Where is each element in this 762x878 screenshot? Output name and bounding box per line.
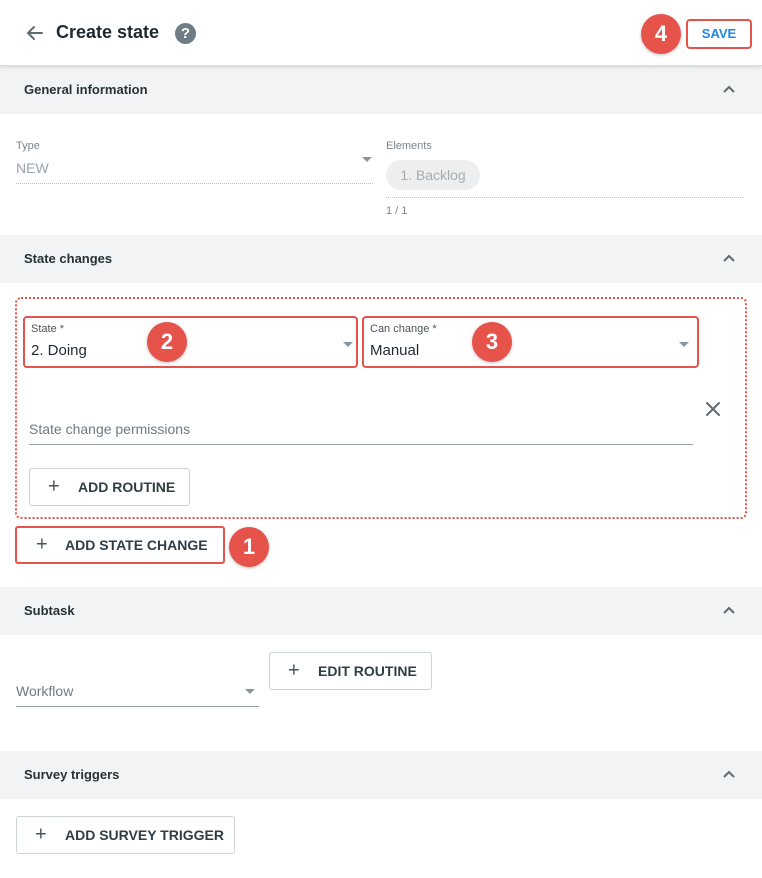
type-label: Type [16,140,40,152]
section-title: Survey triggers [24,767,120,782]
callout-badge-4: 4 [641,14,681,54]
add-state-change-label: ADD STATE CHANGE [65,537,208,553]
back-arrow-icon[interactable] [22,20,48,46]
add-routine-button[interactable]: + ADD ROUTINE [29,468,190,506]
section-title: Subtask [24,603,75,618]
section-general-information[interactable]: General information [0,66,762,114]
workflow-select[interactable]: Workflow [16,683,73,699]
caret-down-icon [343,342,353,347]
state-change-permissions-input[interactable]: State change permissions [29,421,190,437]
can-change-value: Manual [370,342,420,359]
callout-badge-3: 3 [472,322,512,362]
callout-badge-1: 1 [229,527,269,567]
permissions-underline [29,444,693,445]
section-title: General information [24,82,148,97]
can-change-label: Can change * [370,323,437,335]
state-select[interactable]: State * 2. Doing [23,316,358,368]
elements-label: Elements [386,140,432,152]
add-survey-trigger-label: ADD SURVEY TRIGGER [65,827,224,843]
chevron-up-icon[interactable] [722,253,736,263]
help-icon[interactable]: ? [175,23,196,44]
type-value: NEW [16,160,49,176]
page-title: Create state [56,22,160,42]
type-dropdown-icon [362,157,372,162]
caret-down-icon [679,342,689,347]
elements-chip: 1. Backlog [386,160,480,190]
state-label: State * [31,323,65,335]
elements-field-underline [386,197,743,198]
chevron-up-icon[interactable] [722,769,736,779]
can-change-select[interactable]: Can change * Manual [362,316,699,368]
section-subtask[interactable]: Subtask [0,587,762,635]
edit-routine-label: EDIT ROUTINE [318,663,417,679]
section-state-changes[interactable]: State changes [0,235,762,283]
edit-routine-button[interactable]: + EDIT ROUTINE [269,652,432,690]
type-field-underline [16,183,373,184]
section-title: State changes [24,251,113,266]
workflow-underline [16,706,259,707]
caret-down-icon [245,689,255,694]
plus-icon: + [288,659,300,682]
state-value: 2. Doing [31,342,87,359]
plus-icon: + [35,823,47,846]
plus-icon: + [48,475,60,498]
elements-count: 1 / 1 [386,205,408,217]
add-survey-trigger-button[interactable]: + ADD SURVEY TRIGGER [16,816,235,854]
plus-icon: + [36,533,48,556]
section-survey-triggers[interactable]: Survey triggers [0,751,762,799]
close-icon[interactable] [704,400,722,418]
chevron-up-icon[interactable] [722,605,736,615]
chevron-up-icon[interactable] [722,84,736,94]
save-button[interactable]: SAVE [686,19,752,49]
add-routine-label: ADD ROUTINE [78,479,176,495]
callout-badge-2: 2 [147,322,187,362]
add-state-change-button[interactable]: + ADD STATE CHANGE [15,526,225,564]
